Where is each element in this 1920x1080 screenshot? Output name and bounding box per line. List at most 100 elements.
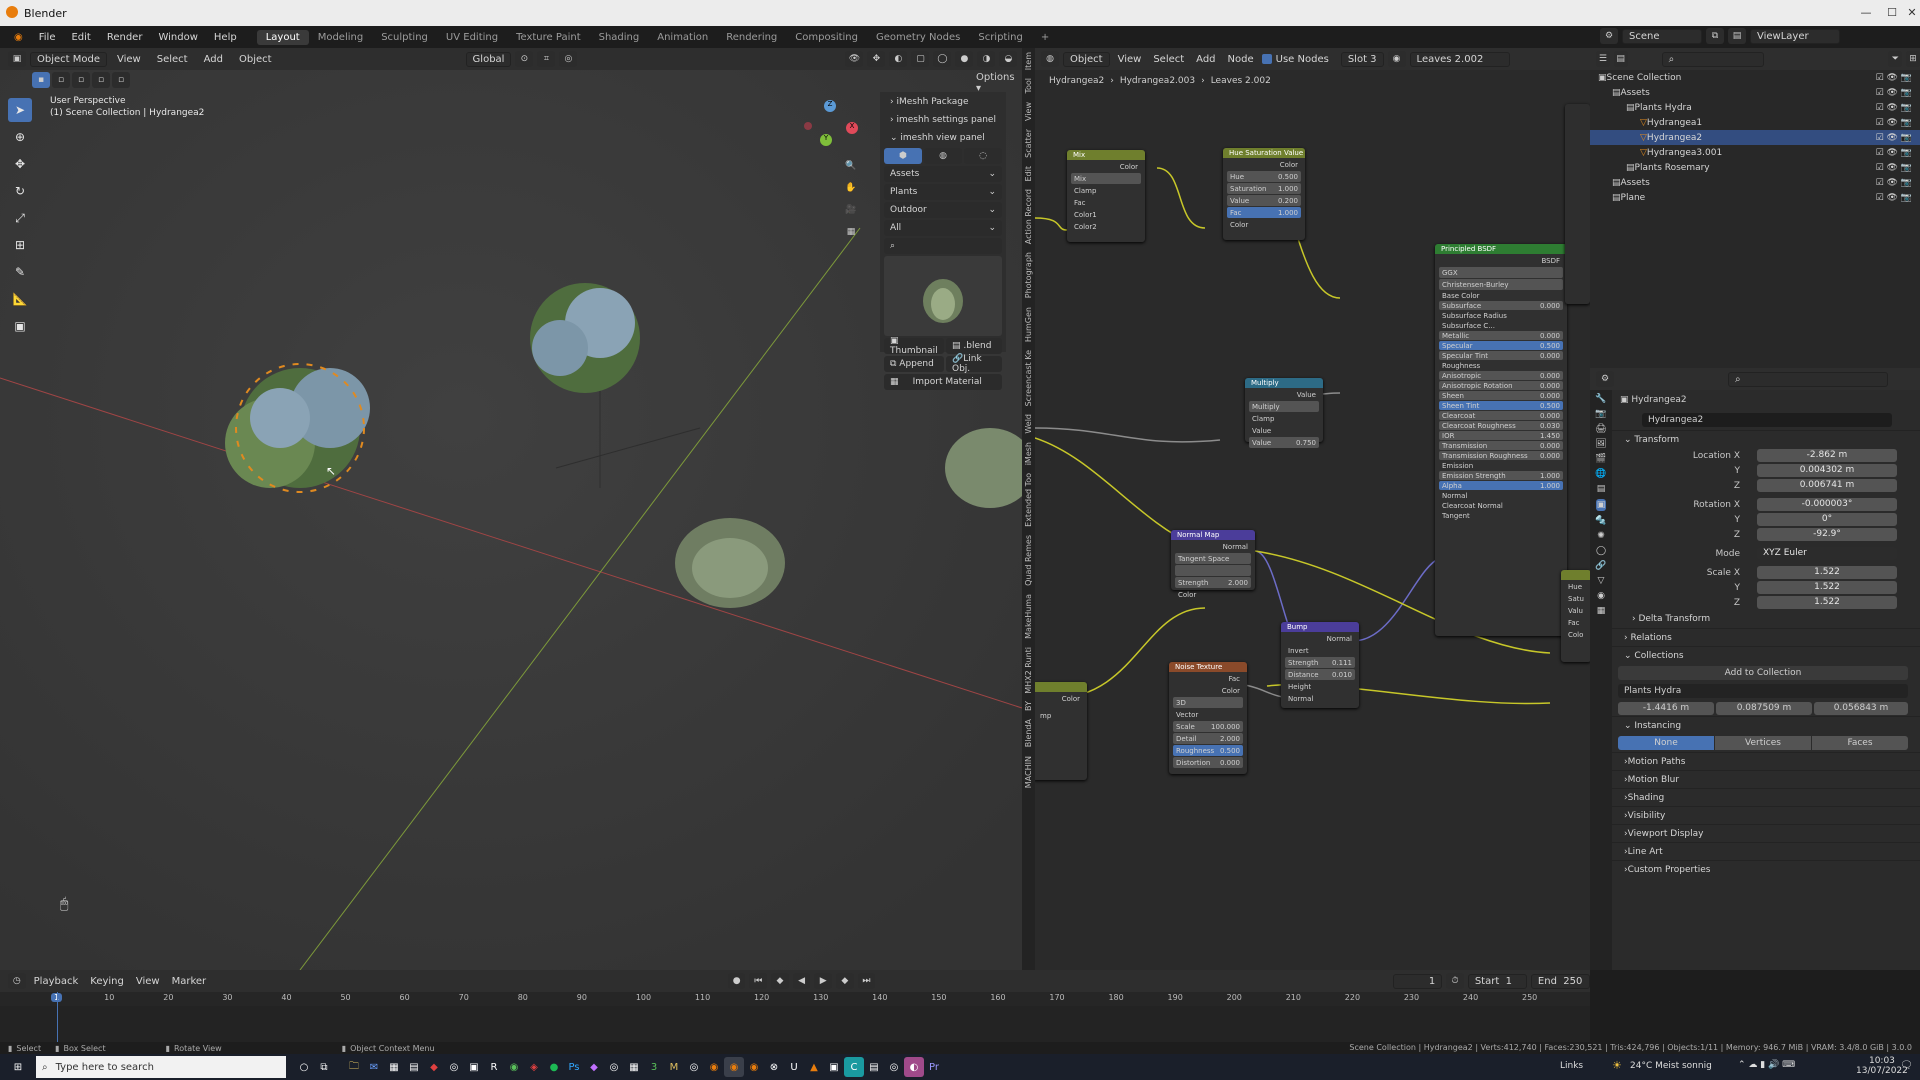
app-icon-17[interactable]: M xyxy=(664,1057,684,1077)
sidebar-tab[interactable]: MakeHuma xyxy=(1024,590,1033,643)
app-icon-28[interactable]: ◎ xyxy=(884,1057,904,1077)
properties-section[interactable]: › Visibility xyxy=(1612,806,1920,824)
object-name-input[interactable]: Hydrangea2 xyxy=(1642,413,1892,427)
select-subtract-icon[interactable]: ▫ xyxy=(72,72,90,88)
stopwatch-icon[interactable]: ⏱ xyxy=(1446,973,1464,989)
app-icon-25[interactable]: ▣ xyxy=(824,1057,844,1077)
bsdf-input-row[interactable]: Sheen Tint 0.500 xyxy=(1439,401,1563,410)
outliner-type-icon[interactable]: ☰ xyxy=(1596,51,1610,67)
gizmo-z-icon[interactable]: Z xyxy=(824,100,836,112)
select-invert-icon[interactable]: ▫ xyxy=(92,72,110,88)
properties-section[interactable]: › Shading xyxy=(1612,788,1920,806)
normal-map-uv-field[interactable] xyxy=(1175,565,1251,576)
bump-node[interactable]: Bump Normal Invert Strength 0.111 Distanc… xyxy=(1281,622,1359,708)
3d-viewport[interactable]: ▣ Object Mode View Select Add Object Glo… xyxy=(0,48,1022,970)
minimize-icon[interactable]: — xyxy=(1856,6,1876,19)
properties-section[interactable]: › Motion Paths xyxy=(1612,752,1920,770)
multiply-clamp-checkbox[interactable]: Clamp xyxy=(1249,413,1319,424)
app-icon-3[interactable]: ▦ xyxy=(384,1057,404,1077)
start-frame-field[interactable]: Start 1 xyxy=(1467,973,1527,989)
gizmo-y-icon[interactable]: Y xyxy=(820,134,832,146)
filter-icon[interactable]: ⏷ xyxy=(1888,51,1903,67)
sidebar-tab[interactable]: HumGen xyxy=(1024,303,1033,346)
ortho-grid-icon[interactable]: ▦ xyxy=(842,224,860,240)
noise-detail-field[interactable]: Detail 2.000 xyxy=(1173,733,1243,744)
imeshh-material-icon[interactable]: ◍ xyxy=(924,148,962,164)
app-icon-29[interactable]: ◐ xyxy=(904,1057,924,1077)
hsv-hue-field[interactable]: Hue 0.500 xyxy=(1227,171,1301,182)
visibility-toggle-icon[interactable]: ☑ 👁 📷 xyxy=(1876,73,1912,83)
premiere-icon[interactable]: Pr xyxy=(924,1057,944,1077)
instancing-none-button[interactable]: None xyxy=(1618,736,1714,750)
blend-button[interactable]: ▤ .blend xyxy=(946,338,1002,354)
outliner-row[interactable]: ▤ Plants Rosemary ☑ 👁 📷 xyxy=(1590,160,1920,175)
vp-menu-object[interactable]: Object xyxy=(233,54,278,65)
view-layer-tab-icon[interactable]: 🖼 xyxy=(1595,439,1606,449)
sidebar-tab[interactable]: Weld xyxy=(1024,410,1033,438)
scale-tool-icon[interactable]: ⤢ xyxy=(8,206,32,230)
instancing-vertices-button[interactable]: Vertices xyxy=(1715,736,1811,750)
vlc-icon[interactable]: ▲ xyxy=(804,1057,824,1077)
sidebar-tab[interactable]: Tool xyxy=(1024,74,1033,98)
properties-editor[interactable]: ⚙ ⌕ 🔧 📷 🖨 🖼 🎬 🌐 ▤ ▣ 🔩 ✺ ◯ 🔗 ▽ ◉ ▦ ▣ Hydr… xyxy=(1590,368,1920,970)
app-icon-26[interactable]: C xyxy=(844,1057,864,1077)
imeshh-view-panel[interactable]: ⌄ imeshh view panel xyxy=(884,130,1002,146)
transform-orientation-dropdown[interactable]: Global xyxy=(465,51,512,67)
bump-invert-checkbox[interactable]: Invert xyxy=(1285,645,1355,656)
outliner[interactable]: ☰ ▤ ⌕ ⏷ ⊞ ▣ Scene Collection ☑ 👁 📷 ▤ Asset… xyxy=(1590,48,1920,368)
rotation-z-field[interactable]: -92.9° xyxy=(1757,528,1897,541)
outliner-row[interactable]: ▽ Hydrangea1 ☑ 👁 📷 xyxy=(1590,115,1920,130)
outliner-search-input[interactable]: ⌕ xyxy=(1661,51,1765,67)
tab-sculpting[interactable]: Sculpting xyxy=(372,30,437,45)
menu-help[interactable]: Help xyxy=(206,32,245,43)
system-tray-icons[interactable]: ⌃ ☁ ▮ 🔊 ⌨ xyxy=(1738,1060,1795,1070)
bsdf-input-row[interactable]: Subsurface 0.000 xyxy=(1439,301,1563,310)
select-intersect-icon[interactable]: ▫ xyxy=(112,72,130,88)
tab-scripting[interactable]: Scripting xyxy=(969,30,1031,45)
assets-dropdown[interactable]: Assets ⌄ xyxy=(884,166,1002,182)
bsdf-input-row[interactable]: Emission Strength 1.000 xyxy=(1439,471,1563,480)
partial-image-node[interactable]: Color mp xyxy=(1035,682,1087,780)
outliner-row[interactable]: ▣ Scene Collection ☑ 👁 📷 xyxy=(1590,70,1920,85)
sidebar-tab[interactable]: View xyxy=(1024,98,1033,125)
scale-y-field[interactable]: 1.522 xyxy=(1757,581,1897,594)
menu-window[interactable]: Window xyxy=(150,32,205,43)
bsdf-input-row[interactable]: Clearcoat Roughness 0.030 xyxy=(1439,421,1563,430)
properties-section[interactable]: › Line Art xyxy=(1612,842,1920,860)
transform-tool-icon[interactable]: ⊞ xyxy=(8,233,32,257)
measure-tool-icon[interactable]: 📐 xyxy=(8,287,32,311)
imeshh-model-icon[interactable]: ⬢ xyxy=(884,148,922,164)
collection-offset-z[interactable]: 0.056843 m xyxy=(1814,701,1908,715)
bsdf-input-row[interactable]: IOR 1.450 xyxy=(1439,431,1563,440)
photoshop-icon[interactable]: Ps xyxy=(564,1057,584,1077)
principled-bsdf-node[interactable]: Principled BSDF BSDF GGX Christensen-Bur… xyxy=(1435,244,1567,636)
imeshh-settings-panel[interactable]: › imeshh settings panel xyxy=(884,112,1002,128)
gizmo-toggle-icon[interactable]: ✥ xyxy=(867,51,886,67)
keying-menu[interactable]: Keying xyxy=(86,976,128,987)
timeline-type-icon[interactable]: ◷ xyxy=(8,973,26,989)
particles-tab-icon[interactable]: ✺ xyxy=(1597,531,1605,541)
app-icon-16[interactable]: 3 xyxy=(644,1057,664,1077)
sidebar-tab[interactable]: Edit xyxy=(1024,162,1033,186)
scale-z-field[interactable]: 1.522 xyxy=(1757,596,1897,609)
rotate-tool-icon[interactable]: ↻ xyxy=(8,179,32,203)
mix-blend-dropdown[interactable]: Mix xyxy=(1071,173,1141,184)
modifier-tab-icon[interactable]: 🔩 xyxy=(1595,516,1606,526)
collection-offset-x[interactable]: -1.4416 m xyxy=(1618,701,1714,715)
noise-distortion-field[interactable]: Distortion 0.000 xyxy=(1173,757,1243,768)
collection-tab-icon[interactable]: ▤ xyxy=(1597,484,1606,494)
select-tool-icon[interactable]: ➤ xyxy=(8,98,32,122)
properties-type-icon[interactable]: ⚙ xyxy=(1596,371,1614,387)
gizmo-neg-x-icon[interactable] xyxy=(804,122,812,130)
thumbnail-button[interactable]: ▣ Thumbnail xyxy=(884,336,944,356)
add-to-collection-button[interactable]: Add to Collection xyxy=(1618,666,1908,680)
tab-rendering[interactable]: Rendering xyxy=(717,30,786,45)
camera-view-icon[interactable]: 🎥 xyxy=(842,202,860,218)
next-key-icon[interactable]: ◆ xyxy=(836,973,854,989)
app-icon-7[interactable]: ▣ xyxy=(464,1057,484,1077)
end-frame-field[interactable]: End 250 xyxy=(1530,973,1590,989)
mix-node[interactable]: Mix Color Mix Clamp Fac Color1 Color2 xyxy=(1067,150,1145,242)
properties-section[interactable]: › Motion Blur xyxy=(1612,770,1920,788)
tab-uv-editing[interactable]: UV Editing xyxy=(437,30,507,45)
location-z-field[interactable]: 0.006741 m xyxy=(1757,479,1897,492)
